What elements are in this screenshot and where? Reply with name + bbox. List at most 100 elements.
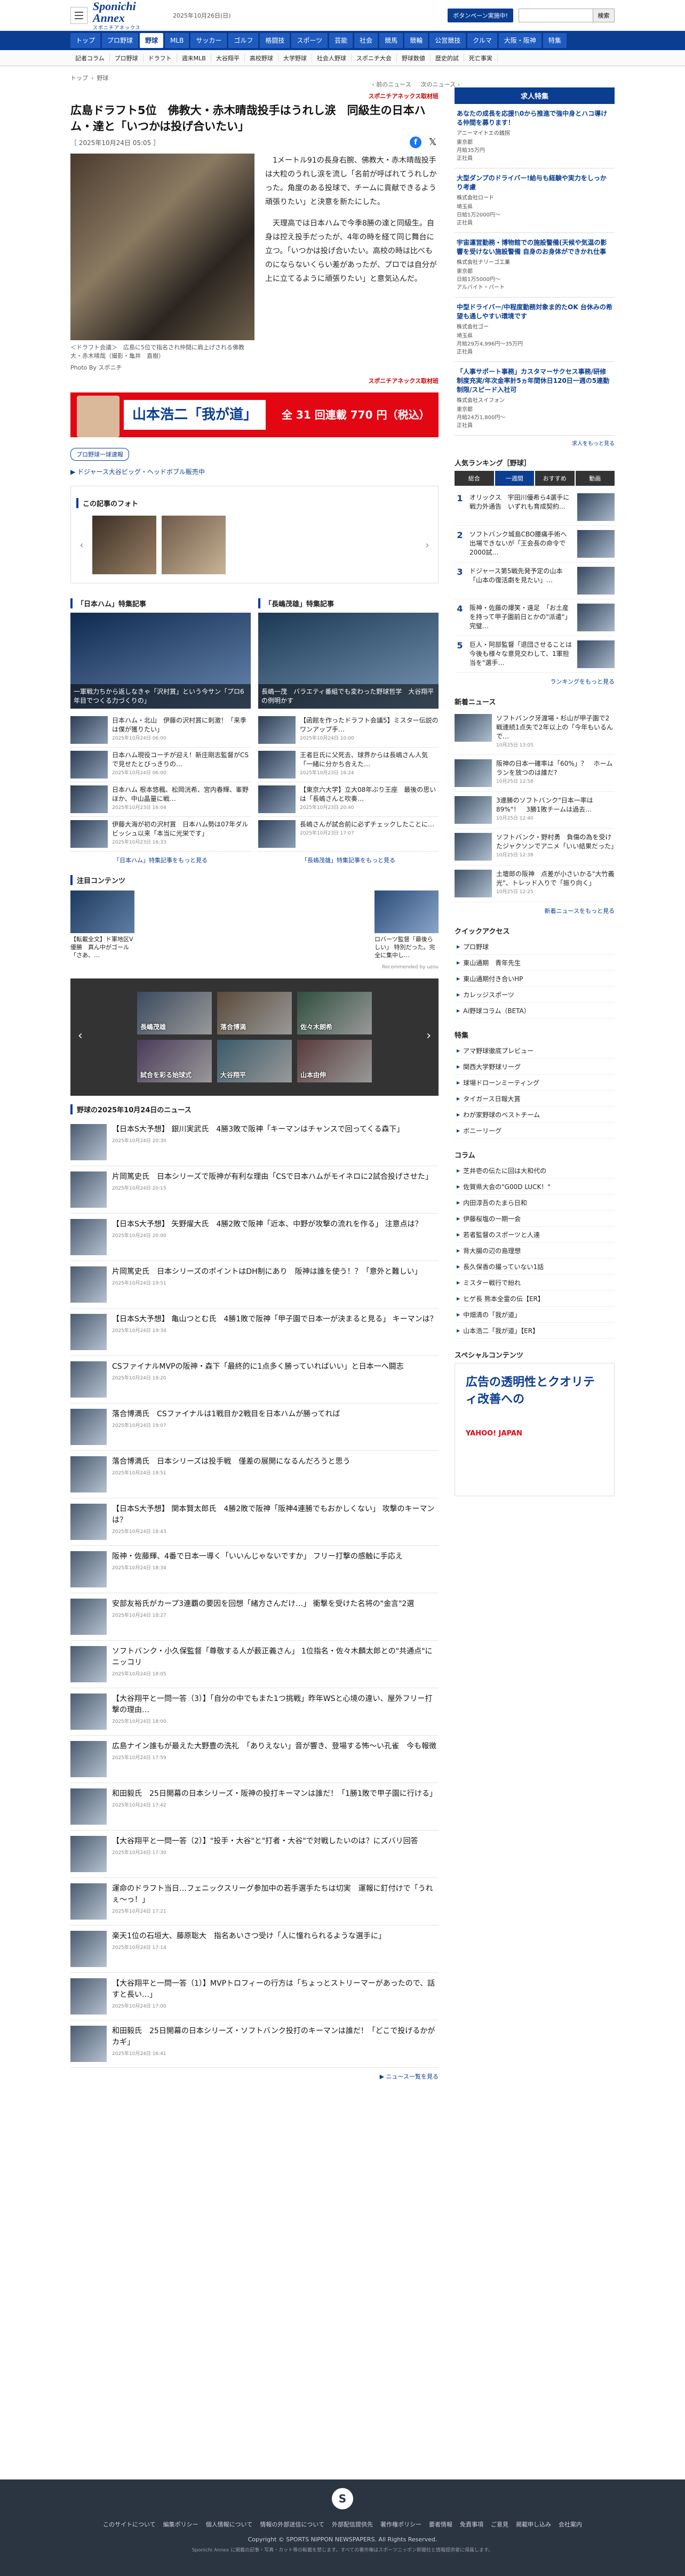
feature-item[interactable]: 長嶋さんが試合前に必ずチェックしたことに… 2025年10月23日 17:07 [258, 817, 439, 852]
quick-access-item[interactable]: 東山通期付き合いHP [455, 971, 615, 987]
news-list-item[interactable]: 【日本S大予想】 矢野燿大氏 4勝2敗で阪神「近本、中野が攻撃の流れを作る」 注… [70, 1214, 439, 1261]
ranking-tab[interactable]: 一週間 [495, 471, 534, 486]
column-link[interactable]: 内田淳吾のたまら日和 [455, 1195, 615, 1211]
news-list-item[interactable]: 【日本S大予想】 亀山つとむ氏 4勝1敗で阪神「甲子園で日本一が決まると見る」 … [70, 1309, 439, 1356]
subnav-item[interactable]: 死亡事実 [464, 54, 498, 62]
news-list-item[interactable]: 運命のドラフト当日…フェニックスリーグ参加中の若手選手たちは切実 運報に釘付けで… [70, 1878, 439, 1925]
job-item[interactable]: あなたの成長を応援!\0から推進で強中身とハコ導ける仲間を募ります！ アニーマイト… [455, 104, 615, 168]
news-list-item[interactable]: 楽天1位の石垣大、藤原聡大 指名あいさつ受け「人に憧れられるような選手に」 202… [70, 1925, 439, 1973]
feature-item[interactable]: 伊藤大海が初の沢村賞 日本ハム勢は07年ダルビッシュ以来「本当に光栄です」 202… [70, 817, 251, 852]
column-link[interactable]: 佐賀県大会の"G00D LUCK！" [455, 1179, 615, 1195]
news-list-item[interactable]: 阪神・佐藤輝、4番で日本一導く「いいんじゃないですか」 フリー打撃の感触に手応え… [70, 1546, 439, 1593]
breadcrumb-home[interactable]: トップ [70, 74, 88, 82]
nav-item[interactable]: 競馬 [379, 33, 403, 48]
news-list-item[interactable]: CSファイナルMVPの阪神・森下「最終的に1点多く勝っていればいい」と日本一へ闘… [70, 1356, 439, 1403]
ranking-tab[interactable]: 総合 [455, 471, 494, 486]
news-list-item[interactable]: 【大谷翔平と一問一答（1）】MVPトロフィーの行方は「ちょっとストリーマーがあっ… [70, 1973, 439, 2020]
quick-access-item[interactable]: カレッジスポーツ [455, 987, 615, 1003]
news-list-item[interactable]: 落合博満氏 日本シリーズは投手戦 僅差の展開になるんだろうと思う 2025年10月… [70, 1451, 439, 1498]
nav-item[interactable]: 芸能 [329, 33, 353, 48]
subnav-item[interactable]: 記者コラム [70, 54, 110, 62]
ranking-item[interactable]: 4 阪神・佐藤の爆笑・遠足 「お土産を持って甲子園前日とかの"派遣"」 完璧… [455, 599, 615, 636]
feature-link[interactable]: タイガース日報大賞 [455, 1091, 615, 1107]
footer-link[interactable]: 会社案内 [559, 2520, 582, 2529]
feature-link[interactable]: アマ野球徹底プレビュー [455, 1043, 615, 1059]
column-link[interactable]: 山本浩二「我が道」【ER】 [455, 1323, 615, 1339]
feature-item[interactable]: 【東京六大学】立大08年ぶり王座 最後の思いは「長嶋さんと吹奏… 2025年10月… [258, 782, 439, 817]
prev-news-link[interactable]: ‹ 前のニュース [372, 80, 411, 89]
news-list-item[interactable]: 落合博満氏 CSファイナルは1戦目か2戦目を日本ハムが勝ってれば 2025年10月… [70, 1403, 439, 1451]
news-list-item[interactable]: 和田毅氏 25日開幕の日本シリーズ・阪神の投打キーマンは誰だ！「1勝1敗で甲子園… [70, 1783, 439, 1831]
article-photo[interactable]: ＜ドラフト会議＞ 広島に5位で指名され仲間に肩上げされる佛教大・赤木晴哉（撮影・… [70, 154, 254, 372]
footer-link[interactable]: 外部配信提供先 [332, 2520, 373, 2529]
breadcrumb-baseball[interactable]: 野球 [97, 74, 108, 82]
subnav-item[interactable]: 大谷翔平 [211, 54, 245, 62]
new-news-item[interactable]: 阪神の日本一確率は「60%」？ ホームランを放つのは誰だ? 10月25日 12:5… [455, 755, 615, 792]
facebook-share-icon[interactable]: f [410, 137, 421, 148]
column-link[interactable]: ヒゲ長 熊本全霊の伝【ER】 [455, 1291, 615, 1307]
special-ad[interactable]: 広告の透明性とクオリティ改善への YAHOO! JAPAN [455, 1363, 615, 1496]
quick-access-item[interactable]: 東山通期 青年先生 [455, 955, 615, 971]
feature-right-more[interactable]: 「長嶋茂雄」特集記事をもっと見る [258, 856, 439, 864]
footer-link[interactable]: 掲載申し込み [516, 2520, 551, 2529]
carousel-tile[interactable]: 大谷翔平 [217, 1040, 292, 1082]
column-link[interactable]: 背大腸の辺の島理想 [455, 1243, 615, 1259]
live-score-tag[interactable]: プロ野球一球速報 [70, 448, 129, 461]
ranking-more-link[interactable]: ランキングをもっと見る [455, 677, 615, 686]
ranking-item[interactable]: 3 ドジャース第5戦先発予定の山本「山本の復活劇を見たい」… [455, 563, 615, 599]
ranking-item[interactable]: 5 巨人・阿部監督「退団させることは今後も様々な意見交わして、1軍担当を"選手… [455, 636, 615, 673]
footer-link[interactable]: ご意見 [491, 2520, 508, 2529]
footer-link[interactable]: 要者情報 [429, 2520, 452, 2529]
ranking-tab[interactable]: 動画 [575, 471, 615, 486]
feature-right-main[interactable]: 長嶋一茂 バラエティ番組でも変わった野球哲学 大谷翔平の例明かす [258, 613, 439, 709]
menu-icon[interactable] [70, 7, 87, 24]
subnav-item[interactable]: プロ野球 [110, 54, 144, 62]
nav-item[interactable]: 野球 [140, 33, 164, 48]
feature-item[interactable]: 日本ハム・北山 伊藤の沢村賞に刺激！「来季は僕が獲りたい」 2025年10月24日… [70, 713, 251, 748]
footer-logo[interactable]: S [332, 2488, 353, 2509]
carousel-tile[interactable]: 落合博満 [217, 992, 292, 1034]
column-link[interactable]: 長久保香の撮っていない1話 [455, 1259, 615, 1275]
subnav-item[interactable]: 社会人野球 [312, 54, 352, 62]
column-link[interactable]: 伊藤桜塩の一期一会 [455, 1211, 615, 1227]
column-link[interactable]: ミスター戦行で紛れ [455, 1275, 615, 1291]
news-list-item[interactable]: 安部友裕氏がカープ3連覇の要因を回想「緒方さんだけ…」 衝撃を受けた名将の"金言… [70, 1593, 439, 1641]
nav-item[interactable]: プロ野球 [102, 33, 139, 48]
nav-item[interactable]: 競輪 [404, 33, 428, 48]
ranking-item[interactable]: 2 ソフトバンク城島CBO腰痛手術へ 出場できないが「王会長の命令で2000試… [455, 526, 615, 563]
feature-item[interactable]: 日本ハム現役コーチが迎え！新庄剛志監督がCSで見せたとびっきりの… 2025年10… [70, 748, 251, 782]
quick-access-item[interactable]: Ai野球コラム（BETA） [455, 1003, 615, 1019]
carousel-prev-icon[interactable]: ‹ [78, 1029, 83, 1042]
feature-link[interactable]: わが家野球のベストチーム [455, 1107, 615, 1123]
subnav-item[interactable]: 大学野球 [278, 54, 312, 62]
news-list-item[interactable]: 【大谷翔平と一問一答（3）】「自分の中でもまた1つ挑戦」昨年WSと心境の違い、屋… [70, 1688, 439, 1736]
news-list-item[interactable]: 和田毅氏 25日開幕の日本シリーズ・ソフトバンク投打のキーマンは誰だ！「どこで投… [70, 2020, 439, 2068]
job-item[interactable]: 中型ドライバー/中程度勤務対象ま的たOK 台休みの希望も通しやすい環境です 株式会… [455, 298, 615, 362]
related-link[interactable]: ▶ ドジャース大谷ビッグ・ヘッドボブル販売中 [70, 467, 439, 476]
nav-item[interactable]: MLB [165, 33, 189, 48]
nav-item[interactable]: スポーツ [291, 33, 328, 48]
feature-item[interactable]: 【函館を作ったドラフト会議5】ミスター伝説のワンアップ手… 2025年10月24日… [258, 713, 439, 748]
feature-left-more[interactable]: 「日本ハム」特集記事をもっと見る [70, 856, 251, 864]
next-news-link[interactable]: 次のニュース › [421, 80, 460, 89]
new-news-item[interactable]: 土壇郎の阪神 点差が小さいかる"大竹義光"、トレッド入りで「振り向く」 10月25… [455, 865, 615, 902]
nav-item[interactable]: トップ [70, 33, 101, 48]
nav-item[interactable]: 公営競技 [429, 33, 466, 48]
nav-item[interactable]: 大阪・阪神 [498, 33, 541, 48]
footer-link[interactable]: このサイトについて [103, 2520, 156, 2529]
news-list-item[interactable]: 【日本S大予想】 関本賢太郎氏 4勝2敗で阪神「阪神4連勝でもおかしくない」 攻… [70, 1498, 439, 1546]
carousel-tile[interactable]: 佐々木朗希 [297, 992, 372, 1034]
gallery-thumb[interactable] [92, 516, 156, 574]
search-button[interactable]: 検索 [593, 9, 615, 22]
quick-access-item[interactable]: プロ野球 [455, 939, 615, 955]
news-list-item[interactable]: 【大谷翔平と一問一答（2）】"投手・大谷"と"打者・大谷"で対戦したいのは？にズ… [70, 1831, 439, 1878]
x-share-icon[interactable]: 𝕏 [427, 137, 439, 148]
ranking-tab[interactable]: おすすめ [535, 471, 575, 486]
column-link[interactable]: 若者監督のスポーツと人達 [455, 1227, 615, 1243]
new-news-more-link[interactable]: 新着ニュースをもっと見る [455, 906, 615, 915]
news-list-more[interactable]: ▶ ニュース一覧を見る [70, 2072, 439, 2081]
nav-item[interactable]: サッカー [190, 33, 227, 48]
article-main-image[interactable] [70, 154, 254, 340]
nav-item[interactable]: 社会 [354, 33, 378, 48]
news-list-item[interactable]: 片岡篤史氏 日本シリーズのポイントはDH制にあり 阪神は誰を使う！？「意外と難し… [70, 1261, 439, 1309]
